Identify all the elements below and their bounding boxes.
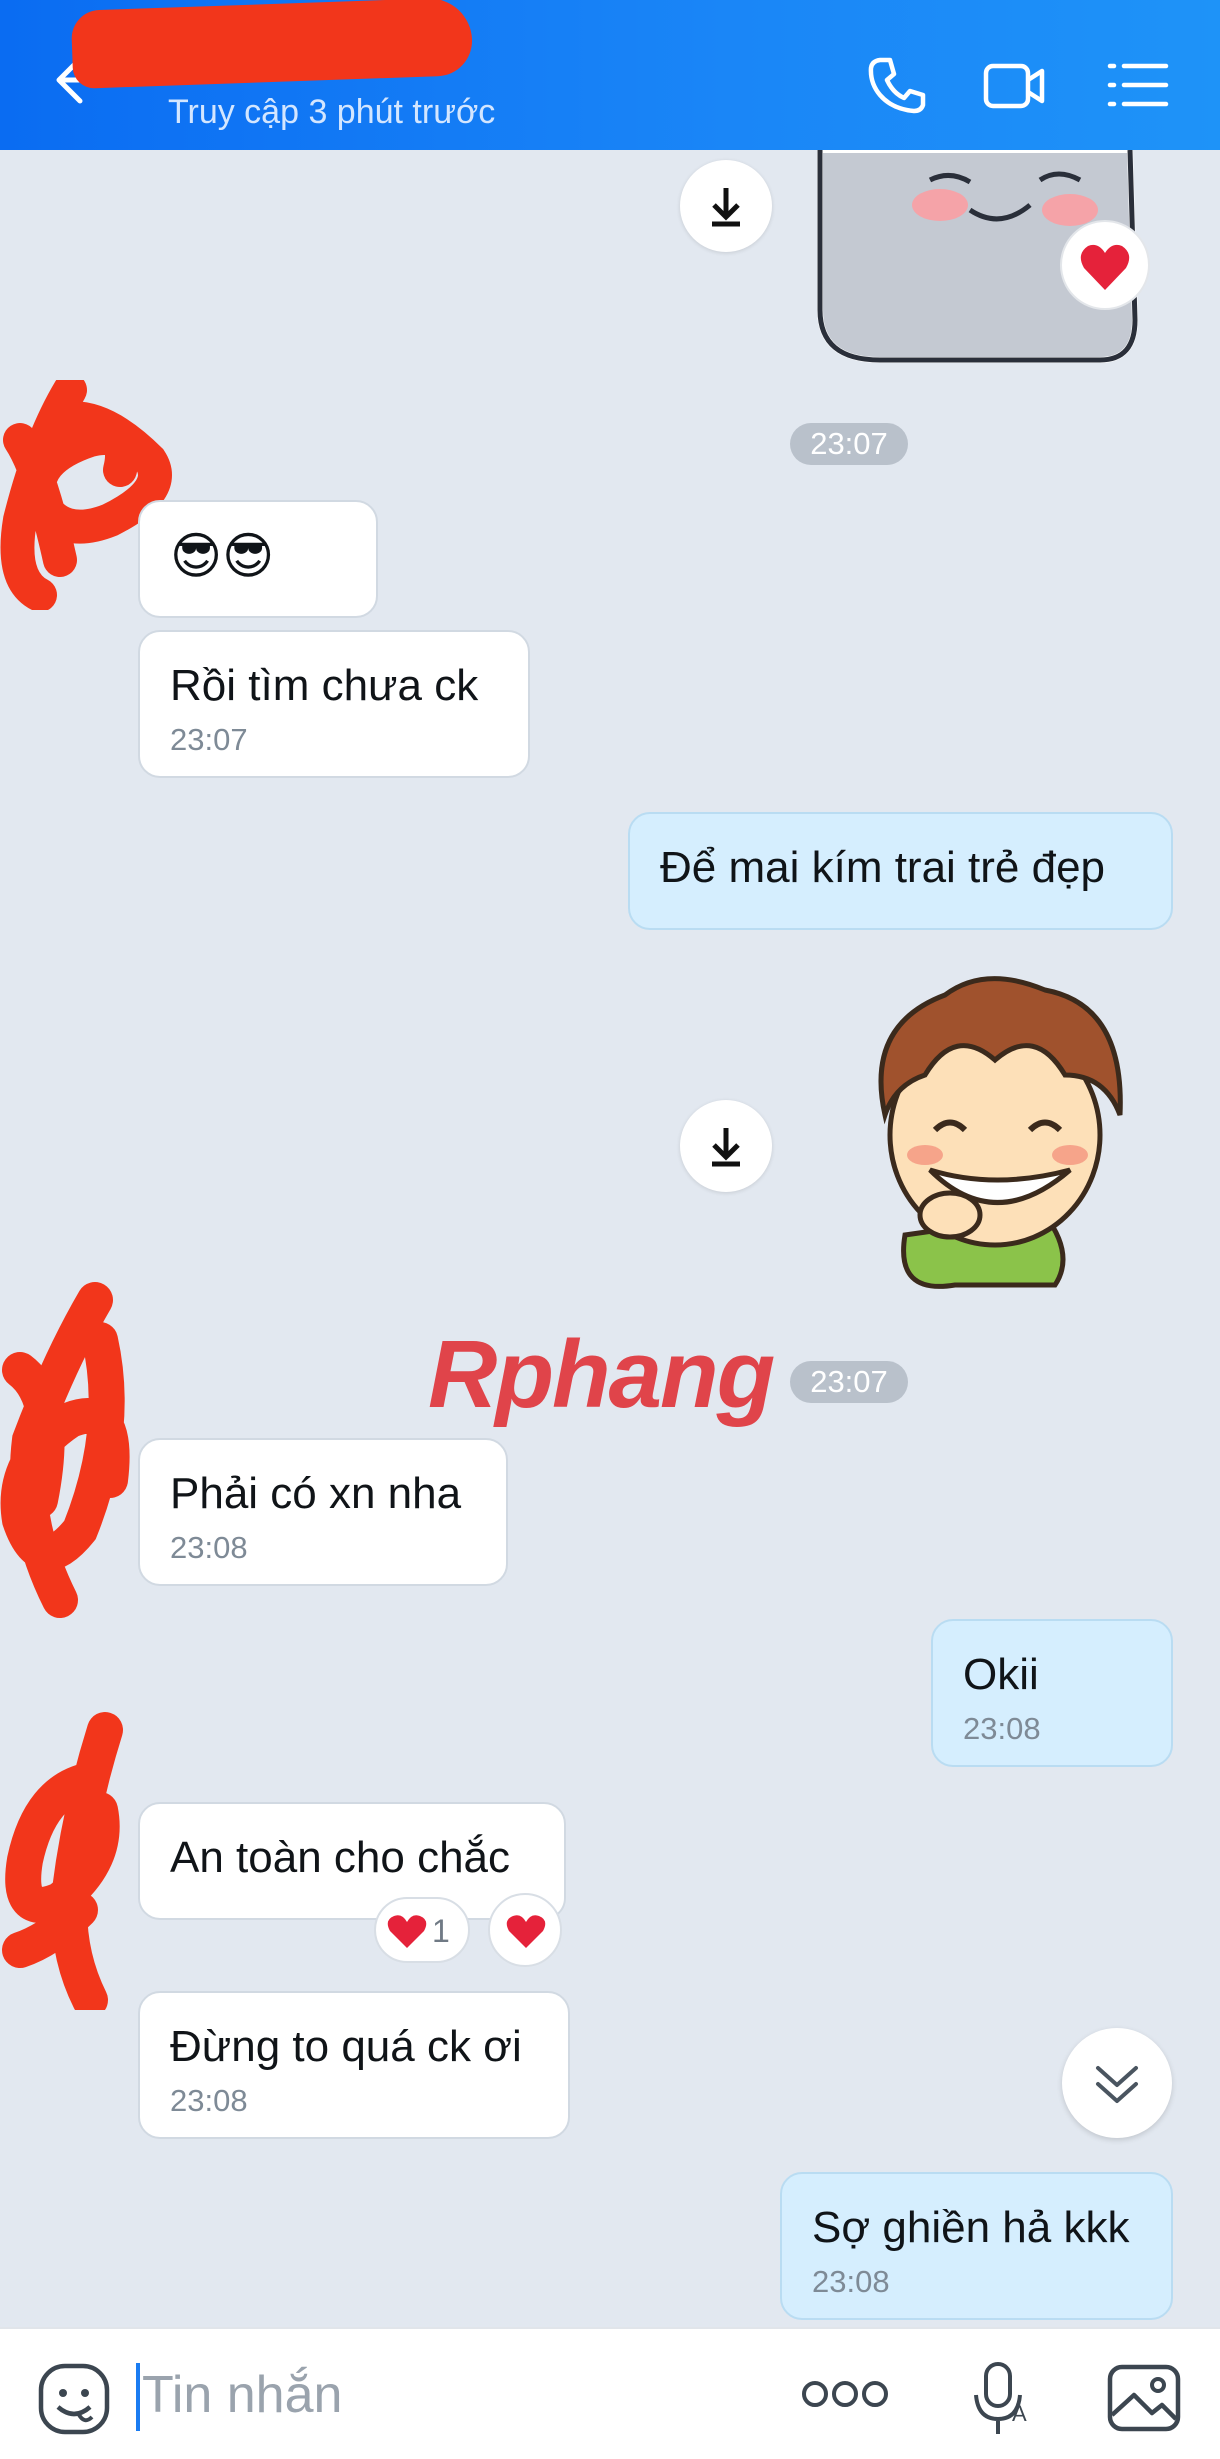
message-text: Sợ ghiền hả kkk	[812, 2203, 1130, 2252]
message-text: 😎😎	[170, 528, 275, 584]
redacted-contact-name	[70, 0, 474, 89]
voice-input-icon[interactable]: A	[966, 2359, 1036, 2439]
time-divider: 23:07	[790, 1361, 908, 1403]
phone-icon[interactable]	[862, 50, 932, 120]
message-time: 23:08	[170, 2083, 248, 2118]
message-bubble[interactable]: 😎😎	[138, 500, 378, 618]
download-icon	[712, 1128, 740, 1167]
heart-icon	[387, 1915, 427, 1948]
message-bubble[interactable]: Để mai kím trai trẻ đẹp	[628, 812, 1173, 930]
message-text: Phải có xn nha	[170, 1469, 462, 1518]
message-time: 23:08	[170, 1530, 248, 1565]
redacted-avatar	[0, 1282, 130, 1618]
message-input-bar: A	[0, 2327, 1220, 2459]
more-options-icon[interactable]	[800, 2369, 890, 2419]
message-bubble[interactable]: Sợ ghiền hả kkk 23:08	[780, 2172, 1173, 2320]
message-text: Rồi tìm chưa ck	[170, 661, 479, 710]
last-seen-status: Truy cập 3 phút trước	[168, 93, 496, 131]
reaction-count-badge[interactable]: 1	[374, 1897, 470, 1963]
svg-text:A: A	[1012, 2401, 1027, 2426]
message-text: An toàn cho chắc	[170, 1833, 511, 1882]
add-reaction-button[interactable]	[488, 1893, 562, 1967]
message-text: Okii	[963, 1650, 1039, 1699]
photo-gallery-icon[interactable]	[1106, 2363, 1182, 2433]
message-bubble[interactable]: Phải có xn nha 23:08	[138, 1438, 508, 1586]
menu-list-icon[interactable]	[1104, 50, 1174, 120]
boy-sticker[interactable]	[835, 965, 1155, 1295]
message-text: Để mai kím trai trẻ đẹp	[660, 843, 1106, 892]
double-chevron-down-icon	[1096, 2066, 1138, 2103]
time-divider: 23:07	[790, 423, 908, 465]
watermark-logo: Rphang	[428, 1320, 775, 1430]
download-sticker-button[interactable]	[680, 160, 772, 252]
message-time: 23:08	[812, 2264, 890, 2299]
chat-header: Truy cập 3 phút trước	[0, 0, 1220, 150]
reaction-count: 1	[432, 1913, 450, 1949]
message-time: 23:08	[963, 1711, 1041, 1746]
heart-icon	[506, 1915, 546, 1948]
cat-sticker[interactable]	[800, 150, 1160, 370]
message-bubble[interactable]: Okii 23:08	[931, 1619, 1173, 1767]
message-time: 23:07	[170, 722, 248, 757]
message-text: Đừng to quá ck ơi	[170, 2022, 522, 2071]
redacted-avatar	[2, 1712, 123, 2010]
message-input[interactable]	[140, 2357, 764, 2433]
video-call-icon[interactable]	[980, 50, 1050, 120]
message-bubble[interactable]: Rồi tìm chưa ck 23:07	[138, 630, 530, 778]
scroll-to-bottom-button[interactable]	[1062, 2028, 1172, 2138]
download-sticker-button[interactable]	[680, 1100, 772, 1192]
sticker-emoji-icon[interactable]	[36, 2361, 112, 2437]
watermark-text: Rphang	[428, 1321, 775, 1428]
chat-messages[interactable]: 23:07 😎😎 Rồi tìm chưa ck 23:07 Để mai kí…	[0, 150, 1220, 2327]
download-icon	[712, 188, 740, 227]
message-bubble[interactable]: Đừng to quá ck ơi 23:08	[138, 1991, 570, 2139]
